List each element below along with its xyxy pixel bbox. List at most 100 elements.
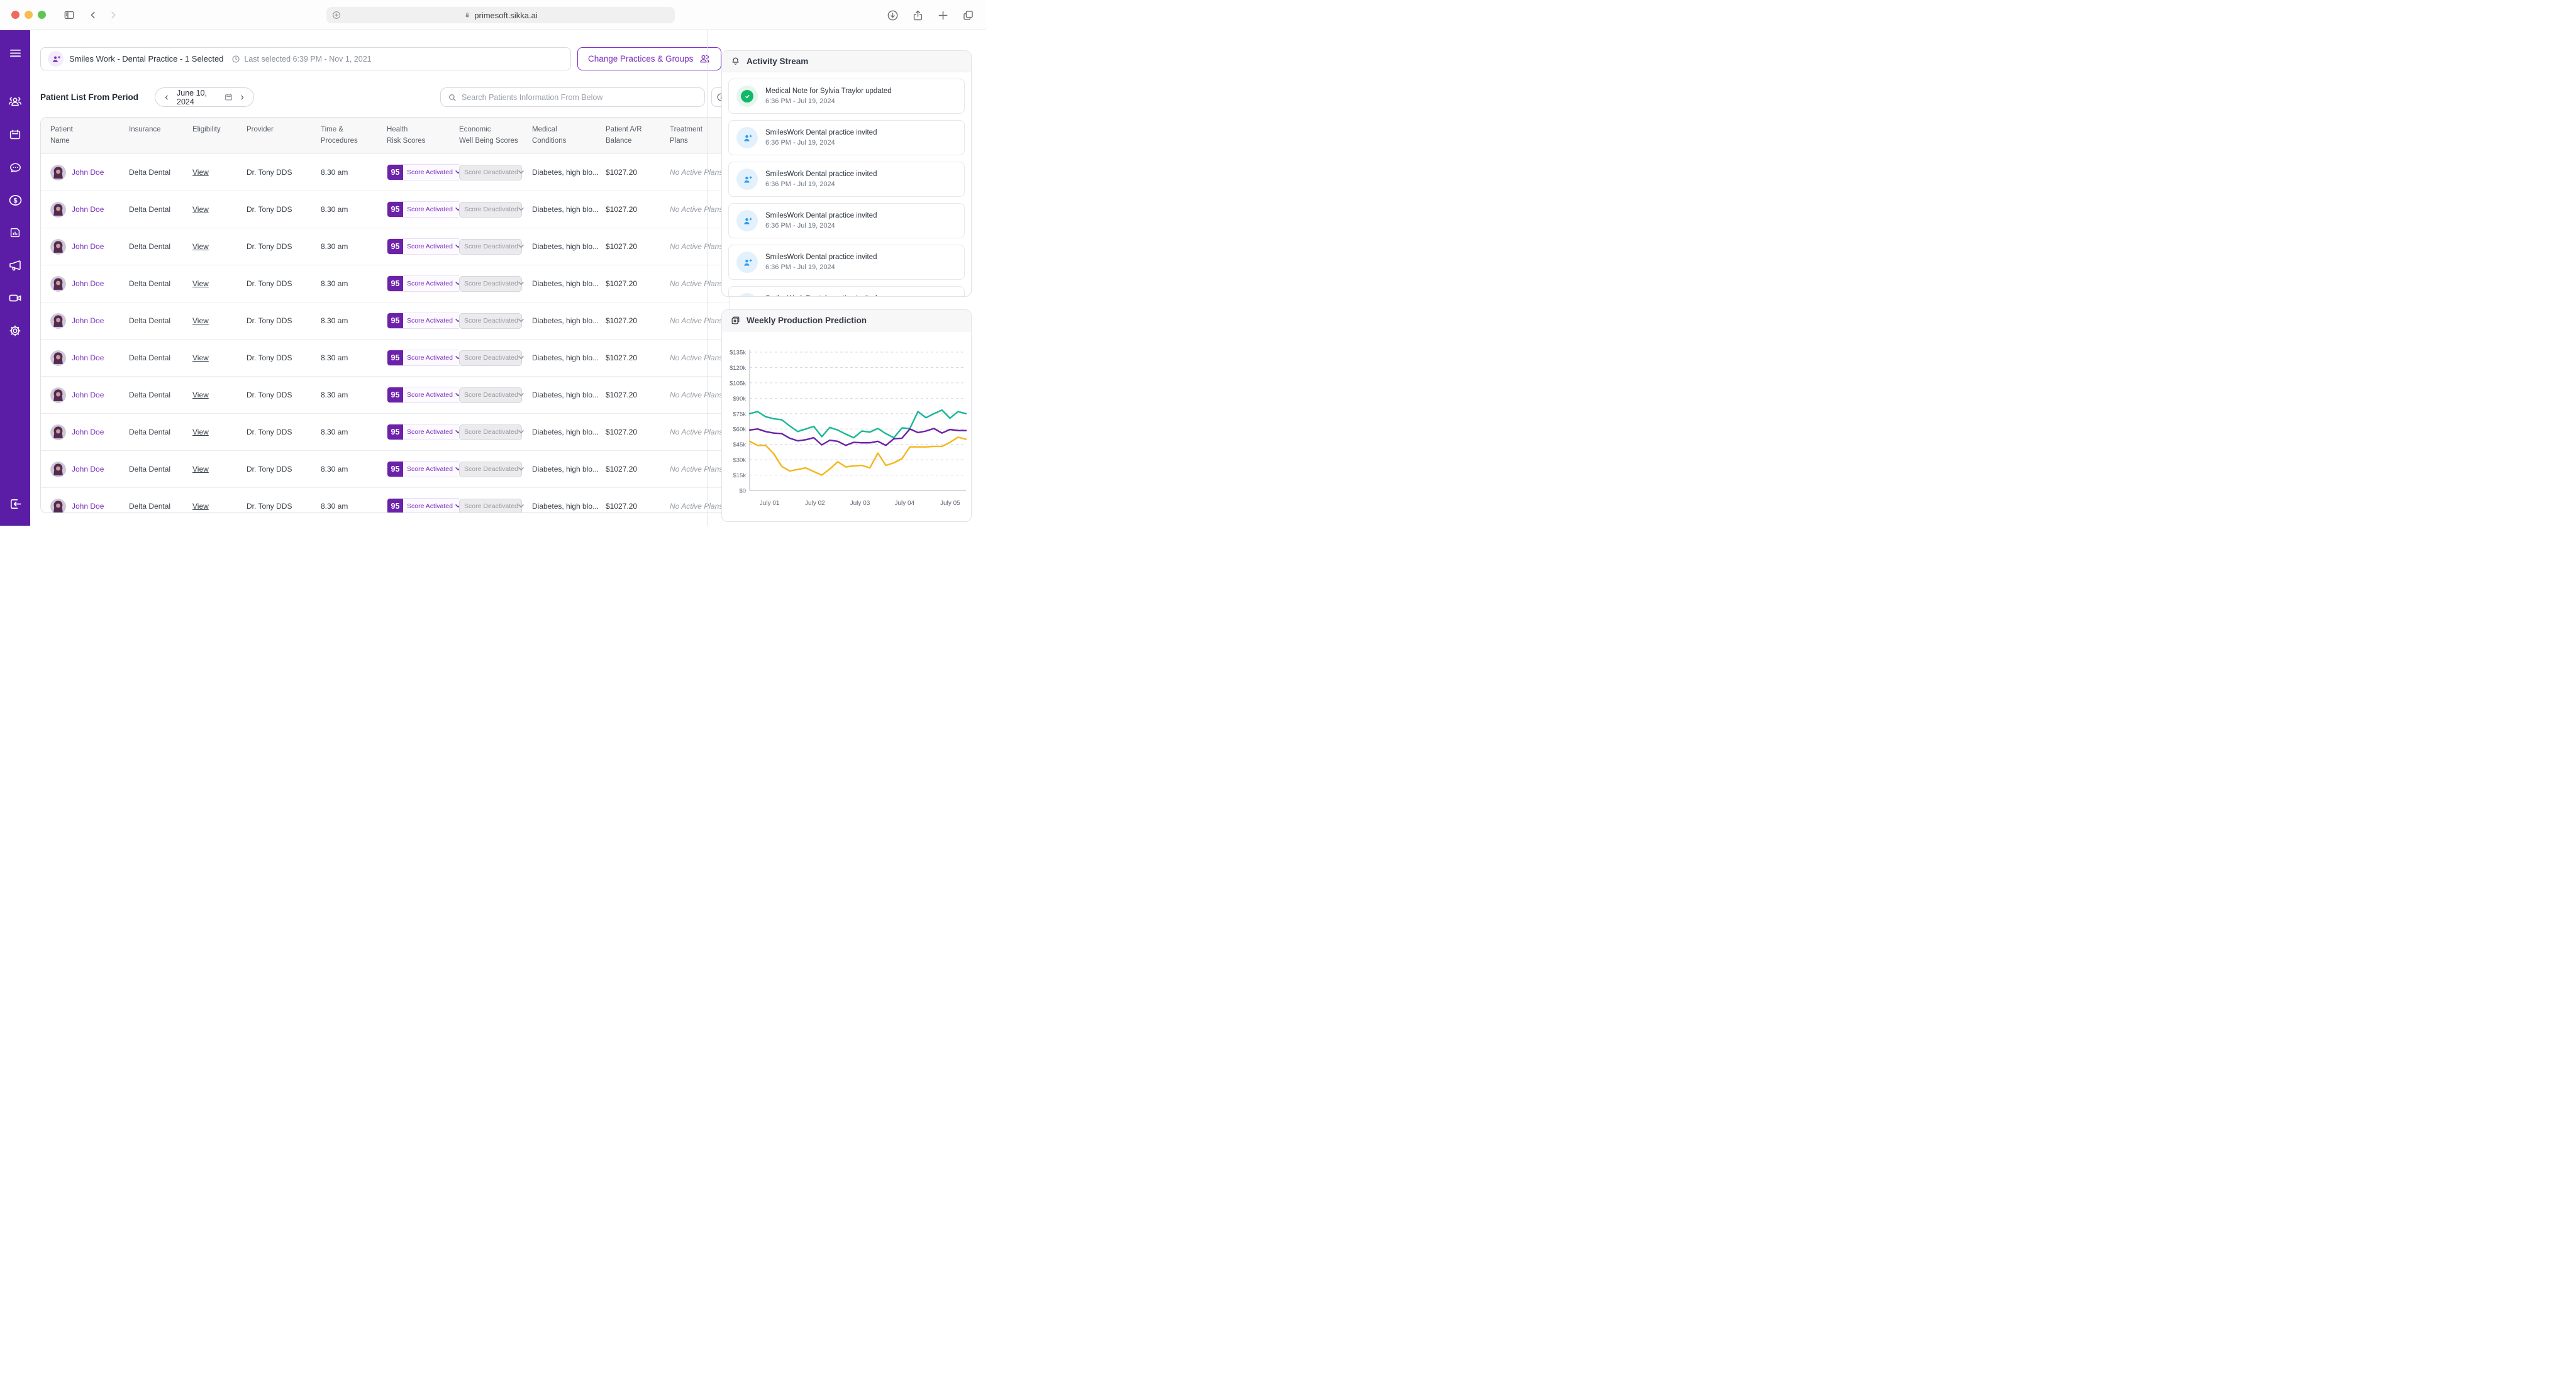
time-cell: 8.30 am	[321, 168, 387, 177]
reports-chart-icon[interactable]	[7, 224, 23, 241]
new-tab-icon[interactable]	[933, 6, 952, 25]
menu-icon[interactable]	[7, 45, 23, 61]
column-header-time-: Time &Procedures	[321, 125, 387, 147]
close-window-button[interactable]	[11, 11, 19, 19]
downloads-icon[interactable]	[883, 6, 902, 25]
eligibility-view-link[interactable]: View	[192, 465, 209, 474]
activity-item[interactable]: SmilesWork Dental practice invited6:36 P…	[728, 203, 965, 238]
date-value[interactable]: June 10, 2024	[177, 89, 224, 106]
health-score-cell: 95Score Activated	[387, 164, 459, 180]
activity-item[interactable]: SmilesWork Dental practice invited6:36 P…	[728, 162, 965, 197]
production-prediction-card: Weekly Production Prediction $0$15k$30k$…	[721, 309, 972, 522]
balance-cell: $1027.20	[606, 168, 670, 177]
patient-name-link[interactable]: John Doe	[72, 279, 104, 288]
health-score-dropdown[interactable]: 95Score Activated	[387, 350, 459, 366]
patient-name-link[interactable]: John Doe	[72, 242, 104, 251]
patient-name-link[interactable]: John Doe	[72, 316, 104, 325]
activity-item[interactable]: SmilesWork Dental practice invited6:36 P…	[728, 245, 965, 280]
messages-chat-icon[interactable]	[7, 159, 23, 175]
economic-score-dropdown[interactable]: Score Deactivated	[459, 165, 522, 180]
forward-button[interactable]	[104, 6, 123, 25]
eligibility-cell: View	[192, 428, 247, 436]
eligibility-view-link[interactable]: View	[192, 205, 209, 214]
activity-item[interactable]: Medical Note for Sylvia Traylor updated6…	[728, 79, 965, 114]
share-icon[interactable]	[908, 6, 927, 25]
people-icon	[699, 53, 711, 65]
health-score-dropdown[interactable]: 95Score Activated	[387, 275, 459, 292]
eligibility-cell: View	[192, 353, 247, 362]
eligibility-view-link[interactable]: View	[192, 279, 209, 288]
logout-icon[interactable]	[7, 496, 23, 512]
sidebar-toggle-icon[interactable]	[60, 6, 79, 25]
health-score-dropdown[interactable]: 95Score Activated	[387, 313, 459, 329]
schedule-calendar-icon[interactable]	[7, 126, 23, 143]
telehealth-video-icon[interactable]	[7, 290, 23, 306]
y-tick-label: $15k	[733, 472, 746, 479]
address-bar[interactable]: primesoft.sikka.ai	[326, 7, 675, 23]
patient-name-link[interactable]: John Doe	[72, 428, 104, 436]
health-score-dropdown[interactable]: 95Score Activated	[387, 387, 459, 403]
calendar-icon[interactable]	[224, 92, 233, 102]
search-input[interactable]	[462, 93, 698, 102]
last-selected-text: Last selected 6:39 PM - Nov 1, 2021	[244, 55, 371, 64]
patient-avatar	[50, 276, 66, 292]
economic-score-dropdown[interactable]: Score Deactivated	[459, 202, 522, 218]
eligibility-view-link[interactable]: View	[192, 391, 209, 399]
health-score-dropdown[interactable]: 95Score Activated	[387, 201, 459, 218]
activity-item-text: SmilesWork Dental practice invited6:36 P…	[765, 212, 877, 230]
patient-name-link[interactable]: John Doe	[72, 205, 104, 214]
tab-overview-icon[interactable]	[958, 6, 977, 25]
health-score-dropdown[interactable]: 95Score Activated	[387, 424, 459, 440]
economic-score-dropdown[interactable]: Score Deactivated	[459, 462, 522, 477]
eligibility-view-link[interactable]: View	[192, 168, 209, 177]
zoom-window-button[interactable]	[38, 11, 46, 19]
next-day-icon[interactable]	[237, 92, 247, 102]
health-score-value: 95	[387, 498, 403, 513]
balance-cell: $1027.20	[606, 205, 670, 214]
eligibility-view-link[interactable]: View	[192, 428, 209, 436]
payments-dollar-icon[interactable]: $	[7, 192, 23, 208]
economic-score-dropdown[interactable]: Score Deactivated	[459, 387, 522, 403]
economic-score-dropdown[interactable]: Score Deactivated	[459, 276, 522, 292]
minimize-window-button[interactable]	[25, 11, 33, 19]
activity-item[interactable]: SmilesWork Dental practice invited6:36 P…	[728, 120, 965, 155]
health-score-dropdown[interactable]: 95Score Activated	[387, 164, 459, 180]
table-row: John DoeDelta DentalViewDr. Tony DDS8.30…	[41, 265, 730, 302]
economic-score-dropdown[interactable]: Score Deactivated	[459, 350, 522, 366]
economic-score-dropdown[interactable]: Score Deactivated	[459, 424, 522, 440]
page-options-icon[interactable]	[331, 10, 341, 20]
health-score-dropdown[interactable]: 95Score Activated	[387, 461, 459, 477]
patient-name-link[interactable]: John Doe	[72, 353, 104, 362]
main-content: Smiles Work - Dental Practice - 1 Select…	[30, 30, 737, 526]
economic-score-dropdown[interactable]: Score Deactivated	[459, 313, 522, 329]
chevron-down-icon	[518, 467, 524, 471]
health-score-label: Score Activated	[403, 354, 455, 362]
patient-cell: John Doe	[50, 387, 129, 403]
economic-score-dropdown[interactable]: Score Deactivated	[459, 239, 522, 255]
table-header-row: PatientNameInsuranceEligibilityProviderT…	[41, 118, 730, 154]
previous-day-icon[interactable]	[162, 92, 172, 102]
practice-selector[interactable]: Smiles Work - Dental Practice - 1 Select…	[40, 47, 571, 70]
patient-name-link[interactable]: John Doe	[72, 502, 104, 511]
economic-score-dropdown[interactable]: Score Deactivated	[459, 499, 522, 514]
health-score-dropdown[interactable]: 95Score Activated	[387, 498, 459, 513]
eligibility-view-link[interactable]: View	[192, 316, 209, 325]
practice-person-add-icon	[48, 51, 64, 67]
insurance-cell: Delta Dental	[129, 353, 192, 362]
health-score-dropdown[interactable]: 95Score Activated	[387, 238, 459, 255]
change-practices-button[interactable]: Change Practices & Groups	[577, 47, 721, 70]
patient-cell: John Doe	[50, 202, 129, 218]
patient-name-link[interactable]: John Doe	[72, 391, 104, 399]
column-header-medical: MedicalConditions	[532, 125, 606, 147]
economic-score-cell: Score Deactivated	[459, 313, 532, 329]
patients-group-icon[interactable]	[7, 94, 23, 110]
eligibility-view-link[interactable]: View	[192, 242, 209, 251]
patient-name-link[interactable]: John Doe	[72, 465, 104, 474]
eligibility-view-link[interactable]: View	[192, 502, 209, 511]
marketing-megaphone-icon[interactable]	[7, 257, 23, 274]
back-button[interactable]	[84, 6, 103, 25]
settings-gear-icon[interactable]	[7, 323, 23, 339]
eligibility-view-link[interactable]: View	[192, 353, 209, 362]
activity-item[interactable]: SmilesWork Dental practice invited6:36 P…	[728, 286, 965, 297]
patient-name-link[interactable]: John Doe	[72, 168, 104, 177]
